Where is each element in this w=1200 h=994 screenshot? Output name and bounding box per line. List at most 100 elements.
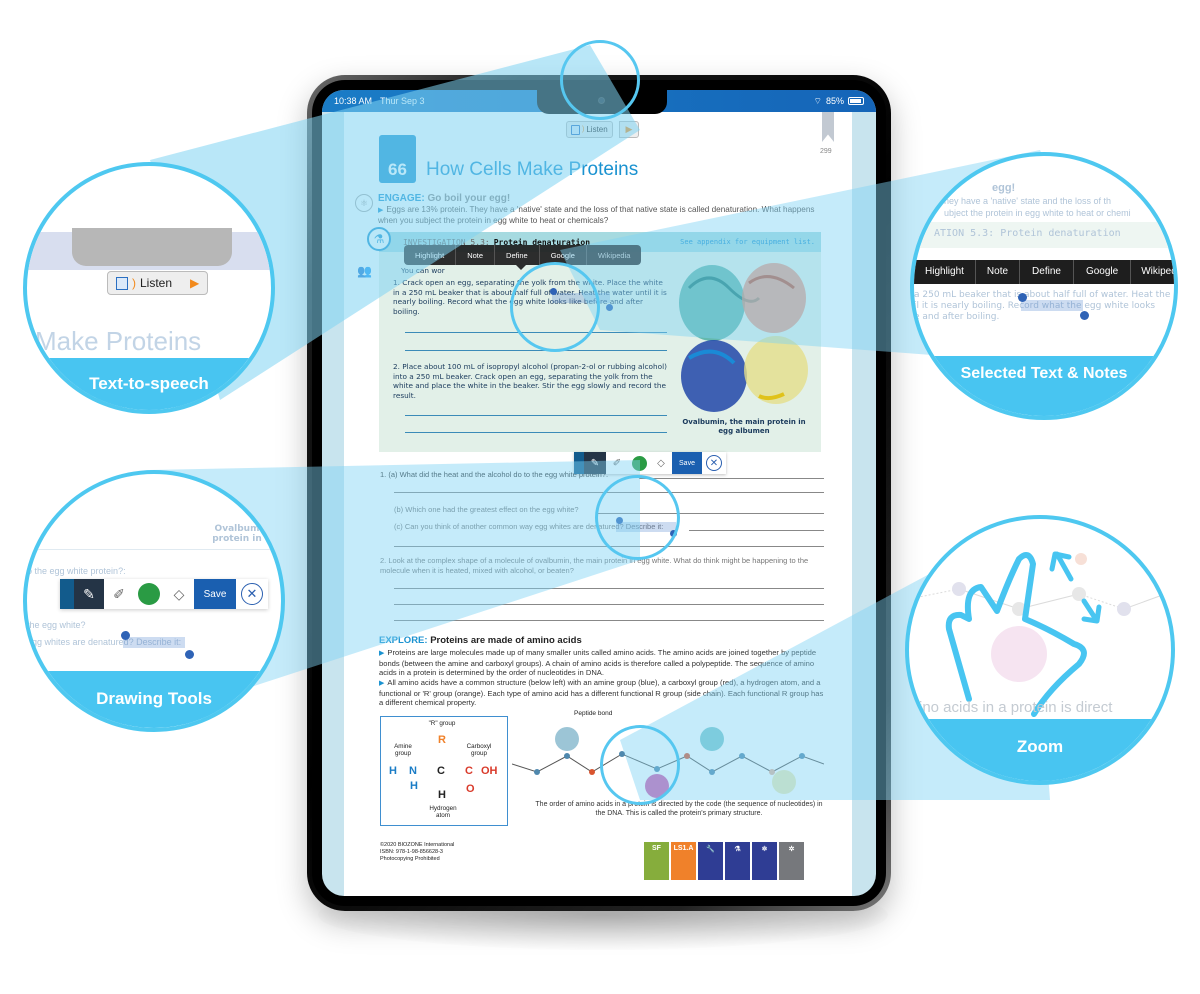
r-group-sphere bbox=[555, 727, 579, 751]
page-number: 299 bbox=[820, 148, 832, 155]
ghost-text: a 250 mL beaker that is about half full … bbox=[914, 290, 1171, 300]
callout-selected-text: egg! hey have a 'native' state and the l… bbox=[910, 152, 1178, 420]
answer-line bbox=[394, 588, 824, 589]
tag-network[interactable]: ✲ bbox=[779, 842, 804, 880]
r-atom: R bbox=[438, 734, 446, 746]
ghost-text: Ovalbum protein in bbox=[212, 524, 262, 544]
play-icon: ▶ bbox=[625, 124, 633, 134]
drawing-toolbar: ✎ ✐ ◇ Save ✕ bbox=[574, 452, 726, 474]
protein-caption: Ovalbumin, the main protein in egg album… bbox=[682, 418, 806, 435]
peptide-bond-label: Peptide bond bbox=[574, 710, 613, 717]
hydrogen-label: Hydrogen atom bbox=[429, 805, 457, 819]
tag-flask[interactable]: ⚗ bbox=[725, 842, 750, 880]
tag-atom[interactable]: ⚛ bbox=[752, 842, 777, 880]
amino-acid-diagram: "R" group Amine group Carboxyl group R H… bbox=[380, 716, 508, 826]
selection-handle-start bbox=[121, 631, 130, 640]
drag-handle[interactable] bbox=[574, 452, 584, 474]
wifi-icon: ⌔ bbox=[813, 95, 822, 106]
engage-heading: ENGAGE: Go boil your egg! bbox=[378, 193, 510, 204]
play-button[interactable]: ▶ bbox=[619, 121, 639, 138]
color-swatch bbox=[134, 579, 164, 609]
chain-backbone bbox=[512, 753, 824, 773]
ghost-text: the egg white? bbox=[27, 620, 86, 630]
eraser-tool-button[interactable]: ◇ bbox=[650, 452, 672, 474]
question-2: 2. Look at the complex shape of a molecu… bbox=[380, 556, 809, 575]
selection-handle-end bbox=[1080, 311, 1089, 320]
flask-icon: ⚗ bbox=[734, 846, 741, 853]
selection-handle-end[interactable] bbox=[670, 530, 677, 537]
r-group-label: "R" group bbox=[428, 720, 456, 727]
close-button[interactable]: ✕ bbox=[702, 452, 726, 474]
callout-drawing-tools: Ovalbum protein in o the egg white prote… bbox=[23, 470, 285, 732]
answer-line bbox=[394, 620, 824, 621]
answer-line bbox=[394, 546, 824, 547]
atom-icon: ⚛ bbox=[761, 846, 768, 853]
color-picker-button[interactable] bbox=[628, 452, 650, 474]
investigation-box: INVESTIGATION 5.3: Protein denaturation … bbox=[379, 232, 821, 452]
selection-handle-end[interactable] bbox=[606, 304, 613, 311]
menu-note[interactable]: Note bbox=[456, 245, 496, 265]
drag-handle bbox=[60, 579, 74, 609]
bullet-icon: ▶ bbox=[378, 207, 384, 214]
speaker-wave-icon: ) bbox=[582, 126, 585, 133]
r-group-sphere bbox=[772, 770, 796, 794]
tag-ls1a[interactable]: LS1.A bbox=[671, 842, 696, 880]
arrow-down-icon bbox=[1081, 598, 1102, 624]
callout-selection-menu: Highlight Note Define Google Wikipedia bbox=[914, 260, 1174, 284]
h-atom: H bbox=[410, 780, 418, 792]
selection-handle-start[interactable] bbox=[550, 288, 557, 295]
tag-sf[interactable]: SF bbox=[644, 842, 669, 880]
ghost-text: o the egg white protein?: bbox=[27, 566, 126, 576]
menu-google[interactable]: Google bbox=[540, 245, 587, 265]
selection-handle-start[interactable] bbox=[616, 517, 623, 524]
engage-text: ▶ Eggs are 13% protein. They have a 'nati… bbox=[378, 205, 815, 225]
chain-atoms bbox=[534, 751, 805, 775]
text-selection-highlight bbox=[616, 522, 676, 532]
answer-line bbox=[394, 492, 824, 493]
ipad-bezel: 10:38 AM Thur Sep 3 ⌔ 85% ) Listen ▶ 299… bbox=[312, 80, 886, 906]
photocopy-line: Photocopying Prohibited bbox=[380, 856, 440, 862]
engage-title: Go boil your egg! bbox=[427, 193, 511, 204]
pencil-icon: ✎ bbox=[590, 457, 600, 469]
engage-keyword: ENGAGE: bbox=[378, 193, 425, 204]
answer-line bbox=[596, 513, 824, 514]
copyright-info: ©2020 BIOZONE International ISBN: 978-1-… bbox=[380, 842, 454, 863]
highlighter-icon: ✐ bbox=[113, 585, 125, 602]
answer-line bbox=[405, 332, 667, 333]
bullet-icon: ▶ bbox=[379, 680, 385, 687]
o-atom: O bbox=[466, 783, 475, 795]
answer-line bbox=[689, 530, 824, 531]
highlighter-tool-button[interactable]: ✐ bbox=[606, 452, 628, 474]
explore-paragraph-2: ▶ All amino acids have a common structure… bbox=[379, 678, 824, 708]
amine-label: Amine group bbox=[394, 743, 412, 757]
appendix-link[interactable]: See appendix for equipment list. bbox=[680, 238, 815, 246]
listen-button[interactable]: ) Listen bbox=[566, 121, 613, 138]
investigation-step-2: 2. Place about 100 mL of isopropyl alcoh… bbox=[393, 362, 667, 400]
text-selection-highlight bbox=[1021, 300, 1083, 311]
menu-highlight[interactable]: Highlight bbox=[404, 245, 457, 265]
chapter-number: 66 bbox=[379, 135, 416, 183]
bookmark-icon[interactable] bbox=[822, 112, 834, 142]
callout-text-to-speech: ) Listen ▶ Make Proteins Text-to-speech bbox=[23, 162, 275, 414]
tag-wrench[interactable]: 🔧 bbox=[698, 842, 723, 880]
battery-icon bbox=[848, 97, 864, 105]
answer-line bbox=[405, 415, 667, 416]
callout-drawing-toolbar: ✎ ✐ ◇ Save ✕ bbox=[60, 579, 268, 609]
ghost-text: e and after boiling. bbox=[914, 312, 1000, 322]
chain-caption: The order of amino acids in a protein is… bbox=[535, 801, 823, 817]
flask-icon: ⚗ bbox=[367, 227, 391, 251]
ghost-listen-button: ) Listen ▶ bbox=[107, 271, 209, 295]
menu-define: Define bbox=[1020, 260, 1074, 284]
menu-define[interactable]: Define bbox=[495, 245, 540, 265]
pen-tool-button[interactable]: ✎ bbox=[584, 452, 606, 474]
save-button[interactable]: Save bbox=[672, 452, 702, 474]
explore-keyword: EXPLORE: bbox=[379, 635, 428, 646]
eraser-icon: ◇ bbox=[173, 585, 185, 602]
answer-line bbox=[405, 350, 667, 351]
highlighter-icon: ✐ bbox=[612, 457, 622, 469]
ghost-text: ATION 5.3: Protein denaturation bbox=[934, 228, 1121, 239]
investigation-intro: You can wor bbox=[401, 266, 445, 275]
ghost-text: ino acids in a protein is direct bbox=[919, 699, 1113, 716]
text-selection-highlight bbox=[552, 293, 610, 303]
menu-wikipedia[interactable]: Wikipedia bbox=[587, 245, 642, 265]
